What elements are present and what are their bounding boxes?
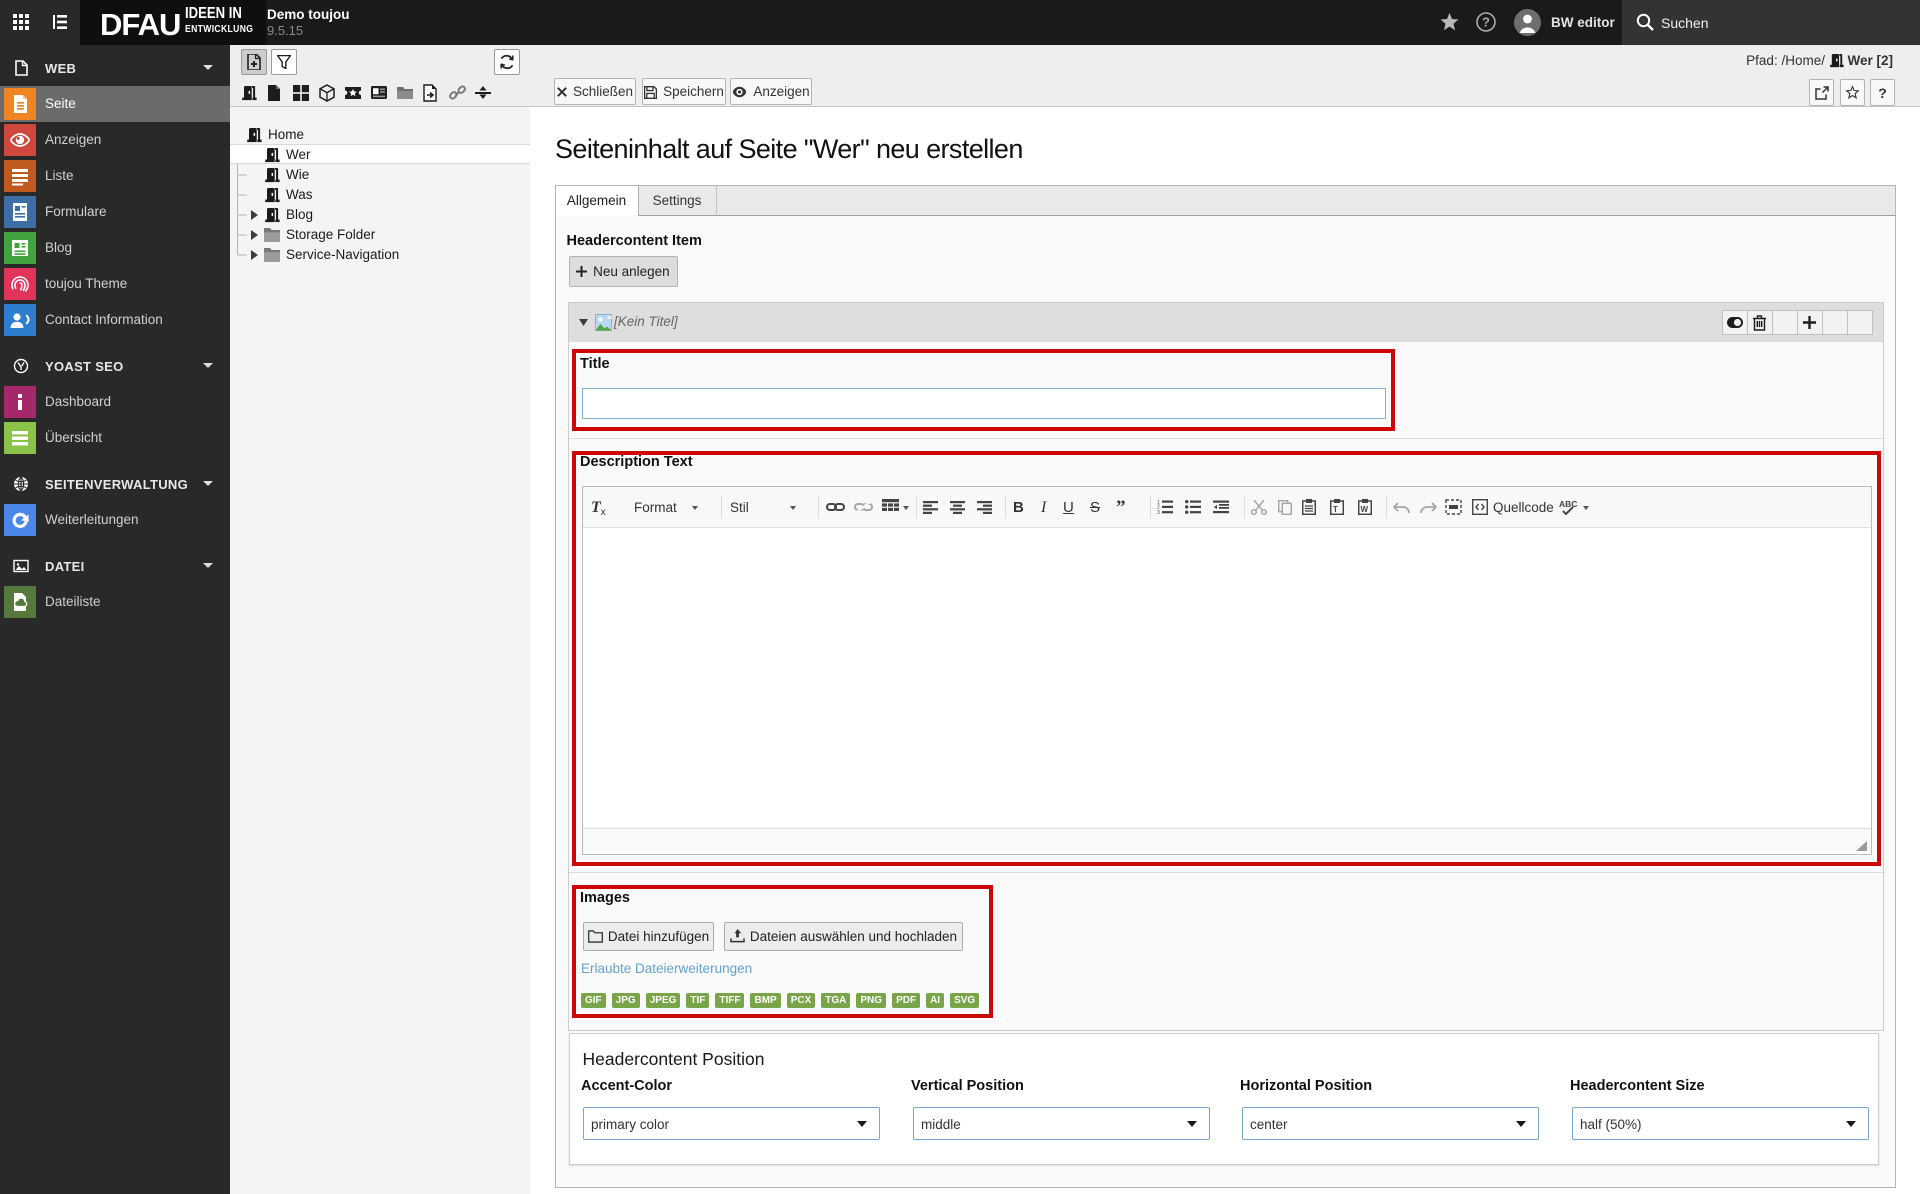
svg-text:3: 3 <box>1157 510 1160 514</box>
svg-text:?: ? <box>1482 15 1490 30</box>
svg-text:W: W <box>1361 505 1369 514</box>
svg-text:ABC: ABC <box>1559 499 1577 509</box>
svg-text:T: T <box>1333 505 1338 514</box>
